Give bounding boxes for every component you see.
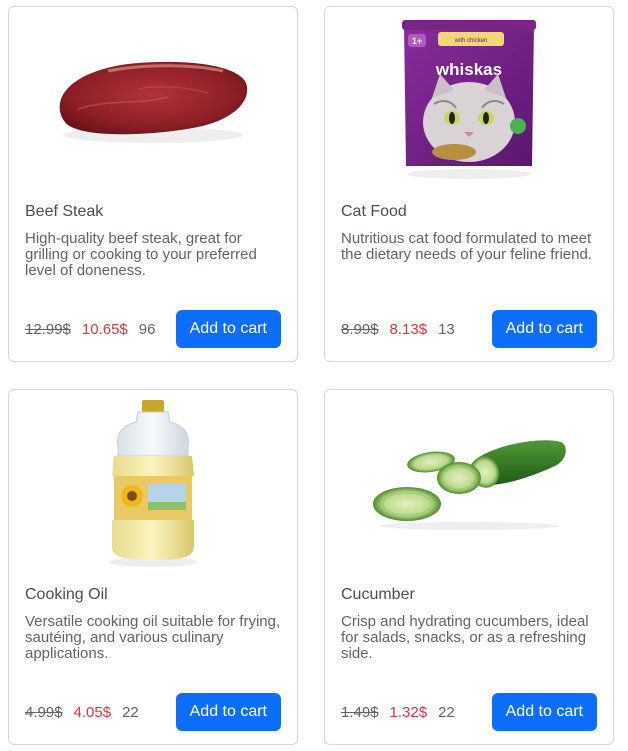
add-to-cart-button[interactable]: Add to cart: [175, 693, 281, 731]
product-description: Crisp and hydrating cucumbers, ideal for…: [341, 613, 589, 662]
product-footer: 8.99$ 8.13$ 13 Add to cart: [341, 310, 597, 348]
original-price: 8.99$: [341, 320, 379, 338]
product-card: Beef Steak High-quality beef steak, grea…: [8, 6, 298, 362]
stock-count: 13: [438, 320, 455, 338]
product-title: Beef Steak: [25, 203, 104, 220]
product-image: 1+ with chicken whiskas: [325, 7, 613, 191]
sale-price: 8.13$: [389, 320, 428, 338]
product-title: Cucumber: [341, 586, 415, 603]
stock-count: 22: [122, 703, 139, 721]
original-price: 12.99$: [25, 320, 71, 338]
product-description: Versatile cooking oil suitable for fryin…: [25, 613, 281, 662]
add-to-cart-button[interactable]: Add to cart: [491, 310, 597, 348]
product-description: High-quality beef steak, great for grill…: [25, 230, 257, 279]
product-title: Cat Food: [341, 203, 407, 220]
add-to-cart-button[interactable]: Add to cart: [491, 693, 597, 731]
product-image: [9, 7, 297, 191]
cat-food-pouch-image: 1+ with chicken whiskas: [402, 20, 536, 179]
beef-steak-image: [59, 61, 248, 143]
add-to-cart-button[interactable]: Add to cart: [175, 310, 281, 348]
stock-count: 96: [138, 320, 156, 338]
product-grid: Beef Steak High-quality beef steak, grea…: [0, 0, 628, 751]
stock-count: 22: [438, 703, 455, 721]
product-footer: 12.99$ 10.65$ 96 Add to cart: [25, 310, 281, 348]
sale-price: 4.05$: [73, 703, 112, 721]
product-footer: 4.99$ 4.05$ 22 Add to cart: [25, 693, 281, 731]
product-card: 1+ with chicken whiskas Cat Food Nutriti…: [324, 6, 614, 362]
product-description: Nutritious cat food formulated to meet t…: [341, 230, 592, 263]
product-card: Cucumber Crisp and hydrating cucumbers, …: [324, 389, 614, 745]
sale-price: 1.32$: [389, 703, 428, 721]
original-price: 1.49$: [341, 703, 379, 721]
pouch-flavor: with chicken: [454, 38, 488, 44]
cooking-oil-bottle-image: [109, 400, 197, 567]
product-footer: 1.49$ 1.32$ 22 Add to cart: [341, 693, 597, 731]
original-price: 4.99$: [25, 703, 63, 721]
sale-price: 10.65$: [81, 320, 128, 338]
cucumber-image: [373, 440, 566, 530]
pouch-brand: whiskas: [435, 60, 502, 79]
product-image: [325, 390, 613, 574]
product-image: [9, 390, 297, 574]
pouch-badge: 1+: [412, 36, 422, 46]
product-title: Cooking Oil: [25, 586, 108, 603]
product-card: Cooking Oil Versatile cooking oil suitab…: [8, 389, 298, 745]
